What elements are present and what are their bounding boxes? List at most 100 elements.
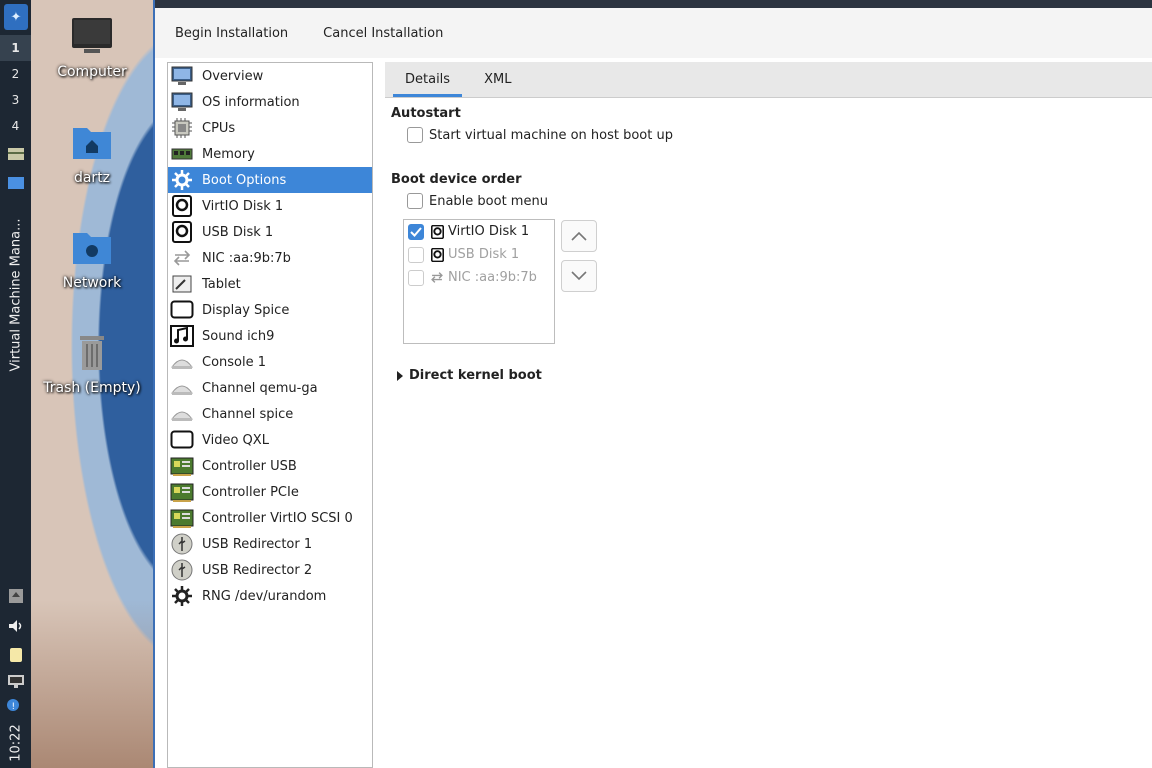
- sidebar-item-usb-redirector-2[interactable]: USB Redirector 2: [168, 557, 372, 583]
- notification-icon[interactable]: !: [7, 698, 25, 714]
- direct-kernel-boot-expander[interactable]: Direct kernel boot: [397, 368, 542, 383]
- app-menu-icon[interactable]: ✦: [4, 4, 28, 30]
- boot-device-checkbox[interactable]: [408, 223, 424, 240]
- boot-device-row[interactable]: NIC :aa:9b:7b: [404, 266, 554, 289]
- sidebar-item-console-1[interactable]: Console 1: [168, 349, 372, 375]
- sidebar-item-overview[interactable]: Overview: [168, 63, 372, 89]
- boot-menu-checkbox[interactable]: [407, 193, 423, 209]
- window-titlebar: [155, 0, 1152, 8]
- sidebar-item-memory[interactable]: Memory: [168, 141, 372, 167]
- autostart-checkbox[interactable]: [407, 127, 423, 143]
- expander-arrow-icon: [397, 370, 403, 381]
- toolbar: Begin Installation Cancel Installation: [155, 8, 1152, 58]
- chevron-up-icon: [571, 231, 587, 241]
- cancel-installation-button[interactable]: Cancel Installation: [323, 26, 443, 41]
- boot-order-title: Boot device order: [391, 172, 522, 187]
- sidebar-item-label: USB Redirector 1: [202, 536, 313, 552]
- desktop-icon-network[interactable]: Network: [31, 227, 153, 291]
- workspace-3[interactable]: 3: [0, 87, 31, 113]
- desktop: Computer dartz Network Trash (Empty): [31, 0, 153, 768]
- sidebar-item-label: Display Spice: [202, 302, 290, 318]
- sidebar-item-cpus[interactable]: CPUs: [168, 115, 372, 141]
- sidebar-item-label: Controller USB: [202, 458, 297, 474]
- disk-icon: [170, 220, 194, 244]
- volume-icon[interactable]: [7, 618, 25, 634]
- serial-console-icon: [170, 350, 194, 374]
- autostart-checkbox-row[interactable]: Start virtual machine on host boot up: [407, 127, 673, 143]
- sidebar-item-label: Sound ich9: [202, 328, 275, 344]
- sidebar-item-video-qxl[interactable]: Video QXL: [168, 427, 372, 453]
- boot-menu-checkbox-row[interactable]: Enable boot menu: [407, 193, 548, 209]
- tab-details[interactable]: Details: [393, 72, 463, 97]
- taskbar-virt-manager-task[interactable]: Virtual Machine Mana...: [0, 198, 31, 392]
- boot-device-row[interactable]: USB Disk 1: [404, 243, 554, 266]
- sidebar-item-label: Controller VirtIO SCSI 0: [202, 510, 353, 526]
- clock-label: 10:22: [8, 724, 23, 762]
- sidebar-item-display-spice[interactable]: Display Spice: [168, 297, 372, 323]
- serial-console-icon: [170, 376, 194, 400]
- clipboard-icon[interactable]: [7, 646, 25, 662]
- move-down-button[interactable]: [561, 260, 597, 292]
- tab-bar: Details XML: [385, 62, 1152, 98]
- tablet-icon: [170, 272, 194, 296]
- boot-device-row[interactable]: VirtIO Disk 1: [404, 220, 554, 243]
- sidebar-item-nic-aa-9b-7b[interactable]: NIC :aa:9b:7b: [168, 245, 372, 271]
- details-pane: Details XML Autostart Start virtual mach…: [385, 62, 1152, 768]
- workspace-4[interactable]: 4: [0, 113, 31, 139]
- network-status-icon[interactable]: [7, 673, 25, 689]
- sidebar-item-label: VirtIO Disk 1: [202, 198, 284, 214]
- sidebar-item-sound-ich9[interactable]: Sound ich9: [168, 323, 372, 349]
- desktop-icon-computer[interactable]: Computer: [31, 16, 153, 80]
- sidebar-item-usb-disk-1[interactable]: USB Disk 1: [168, 219, 372, 245]
- sidebar-item-label: USB Disk 1: [202, 224, 274, 240]
- sidebar-item-label: Tablet: [202, 276, 241, 292]
- controller-card-icon: [170, 506, 194, 530]
- sidebar-item-controller-virtio-scsi-0[interactable]: Controller VirtIO SCSI 0: [168, 505, 372, 531]
- boot-device-label: USB Disk 1: [448, 247, 520, 262]
- sidebar-item-label: Channel qemu-ga: [202, 380, 318, 396]
- desktop-icon-dartz[interactable]: dartz: [31, 122, 153, 186]
- sidebar-item-label: Overview: [202, 68, 264, 84]
- sidebar-item-label: Controller PCIe: [202, 484, 299, 500]
- desktop-icon-label: Network: [62, 275, 122, 291]
- boot-device-checkbox[interactable]: [408, 246, 424, 263]
- sidebar-item-channel-spice[interactable]: Channel spice: [168, 401, 372, 427]
- clock[interactable]: 10:22: [0, 718, 31, 768]
- file-manager-icon[interactable]: [7, 146, 25, 162]
- serial-console-icon: [170, 402, 194, 426]
- autostart-title: Autostart: [391, 106, 461, 121]
- sidebar-item-tablet[interactable]: Tablet: [168, 271, 372, 297]
- trash-icon: [80, 336, 104, 370]
- tab-xml[interactable]: XML: [472, 72, 523, 97]
- sidebar-item-label: Memory: [202, 146, 255, 162]
- workspace-1[interactable]: 1: [0, 35, 31, 61]
- sidebar-item-usb-redirector-1[interactable]: USB Redirector 1: [168, 531, 372, 557]
- network-arrows-icon: [430, 271, 444, 285]
- direct-kernel-boot-label: Direct kernel boot: [409, 368, 542, 383]
- begin-installation-button[interactable]: Begin Installation: [175, 26, 288, 41]
- autostart-checkbox-label: Start virtual machine on host boot up: [429, 127, 673, 143]
- sidebar-item-os-information[interactable]: OS information: [168, 89, 372, 115]
- move-up-button[interactable]: [561, 220, 597, 252]
- sidebar-item-label: Boot Options: [202, 172, 287, 188]
- sidebar-item-channel-qemu-ga[interactable]: Channel qemu-ga: [168, 375, 372, 401]
- workspace-2[interactable]: 2: [0, 61, 31, 87]
- sidebar-item-controller-pcie[interactable]: Controller PCIe: [168, 479, 372, 505]
- desktop-icon-trash[interactable]: Trash (Empty): [31, 332, 153, 396]
- monitor-icon: [72, 18, 112, 53]
- monitor-icon: [170, 64, 194, 88]
- disk-icon: [170, 194, 194, 218]
- chevron-down-icon: [571, 271, 587, 281]
- hardware-list: Overview OS information CPUs Memory Boot Opt…: [167, 62, 373, 768]
- boot-device-label: VirtIO Disk 1: [448, 224, 530, 239]
- controller-card-icon: [170, 480, 194, 504]
- sidebar-item-controller-usb[interactable]: Controller USB: [168, 453, 372, 479]
- boot-device-checkbox[interactable]: [408, 269, 424, 286]
- sidebar-item-virtio-disk-1[interactable]: VirtIO Disk 1: [168, 193, 372, 219]
- sidebar-item-boot-options[interactable]: Boot Options: [168, 167, 372, 193]
- desktop-window-icon[interactable]: [7, 175, 25, 191]
- sidebar-item-label: Video QXL: [202, 432, 269, 448]
- sidebar-item-rng-dev-urandom[interactable]: RNG /dev/urandom: [168, 583, 372, 609]
- eject-icon[interactable]: [7, 588, 25, 604]
- usb-icon: [170, 558, 194, 582]
